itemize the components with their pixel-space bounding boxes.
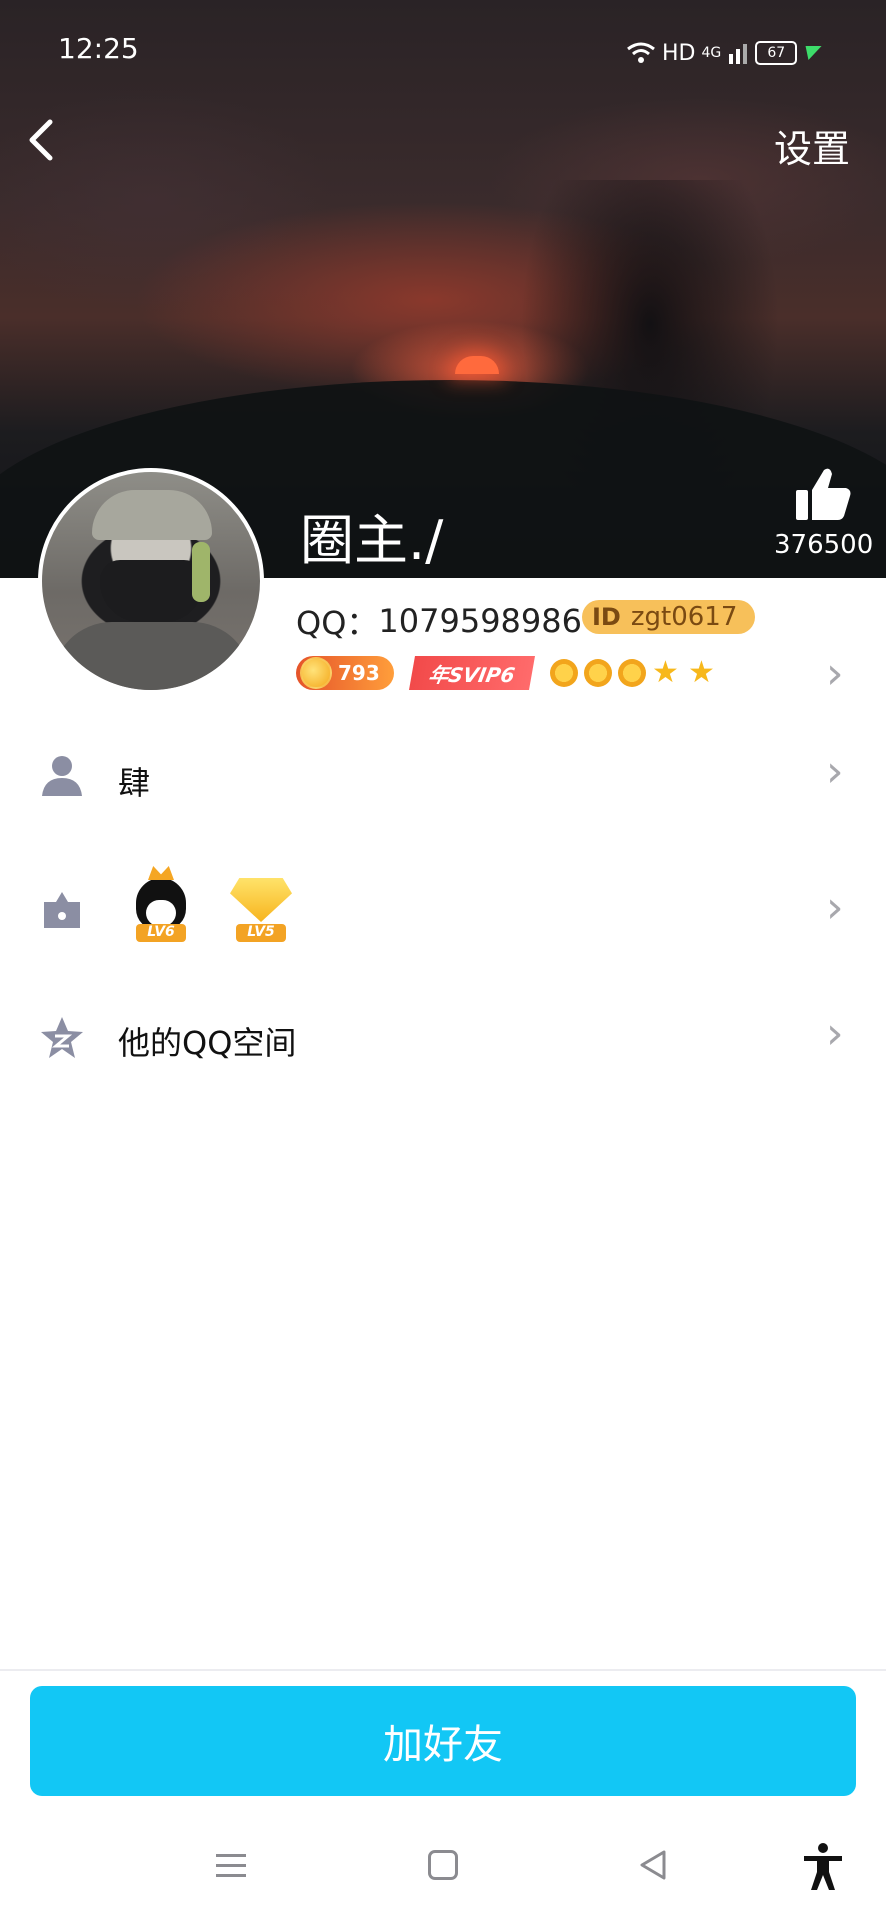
sun-icon — [618, 659, 646, 687]
home-icon[interactable] — [428, 1850, 458, 1880]
network-label: HD — [662, 40, 696, 66]
diamond-icon: LV5 — [226, 864, 296, 946]
avatar-hair — [192, 542, 210, 602]
battery-icon: 67 — [755, 41, 798, 65]
list-item-vip[interactable]: LV6 LV5 › — [0, 846, 886, 966]
chevron-right-icon: › — [826, 1008, 844, 1059]
level-icons: ★ ★ — [550, 658, 718, 688]
accessibility-icon[interactable] — [800, 1842, 846, 1892]
crown-box-icon — [44, 892, 80, 928]
profile-username: 圈主./ — [300, 509, 444, 572]
sun-icon — [584, 659, 612, 687]
diamond-stone — [230, 878, 292, 922]
wifi-icon — [627, 42, 655, 63]
star-icon: ★ — [652, 655, 679, 690]
person-icon — [42, 756, 82, 796]
penguin-crown — [148, 866, 174, 880]
divider — [0, 1669, 886, 1671]
signal-icon — [729, 44, 748, 64]
list-item-label: 肆 — [118, 764, 151, 802]
qzone-star-icon — [41, 1017, 83, 1058]
qq-penguin-icon: LV6 — [126, 864, 196, 946]
chevron-right-icon[interactable]: › — [826, 652, 844, 696]
status-time: 12:25 — [58, 32, 139, 65]
penguin-belly — [146, 900, 176, 926]
chevron-left-icon — [29, 119, 53, 161]
id-badge[interactable]: ID zgt0617 — [582, 600, 756, 634]
id-value: zgt0617 — [630, 602, 738, 632]
chevron-right-icon: › — [826, 746, 844, 797]
charging-icon — [800, 46, 822, 60]
profile-badges[interactable]: 793 年SVIP6 ★ ★ — [296, 656, 718, 690]
list-item-qzone[interactable]: 他的QQ空间 › — [0, 976, 886, 1096]
coin-icon — [300, 657, 332, 689]
avatar-body — [52, 622, 252, 690]
chevron-right-icon: › — [826, 882, 844, 933]
signal-label: 4G — [701, 45, 722, 61]
list-item-signature[interactable]: 肆 › — [0, 716, 886, 836]
cover-sunset — [455, 356, 499, 374]
menu-icon[interactable] — [216, 1852, 246, 1880]
avatar[interactable] — [38, 468, 264, 694]
back-triangle-icon[interactable] — [636, 1848, 670, 1882]
like-button[interactable] — [780, 460, 866, 526]
qq-number-line: QQ： 1079598986 — [296, 598, 582, 644]
qq-number: 1079598986 — [378, 602, 582, 640]
back-button[interactable] — [22, 110, 62, 170]
status-icons: HD 4G 67 — [626, 36, 822, 70]
diamond-level: LV5 — [236, 924, 286, 942]
settings-button[interactable]: 设置 — [774, 118, 850, 173]
sun-icon — [550, 659, 578, 687]
vip-badges: LV6 LV5 — [126, 864, 296, 946]
penguin-level: LV6 — [136, 924, 186, 942]
thumbs-up-icon — [796, 468, 851, 520]
coin-badge-text: 793 — [338, 661, 380, 685]
add-friend-button[interactable]: 加好友 — [30, 1686, 856, 1796]
list-item-label: 他的QQ空间 — [118, 1024, 297, 1062]
svip-badge: 年SVIP6 — [409, 656, 535, 690]
id-tag: ID — [592, 603, 621, 631]
avatar-hat — [92, 490, 212, 540]
avatar-mask — [100, 560, 204, 622]
coin-badge: 793 — [296, 656, 394, 690]
qq-label: QQ： — [296, 604, 379, 642]
like-count: 376500 — [774, 530, 874, 560]
star-icon: ★ — [688, 655, 715, 690]
